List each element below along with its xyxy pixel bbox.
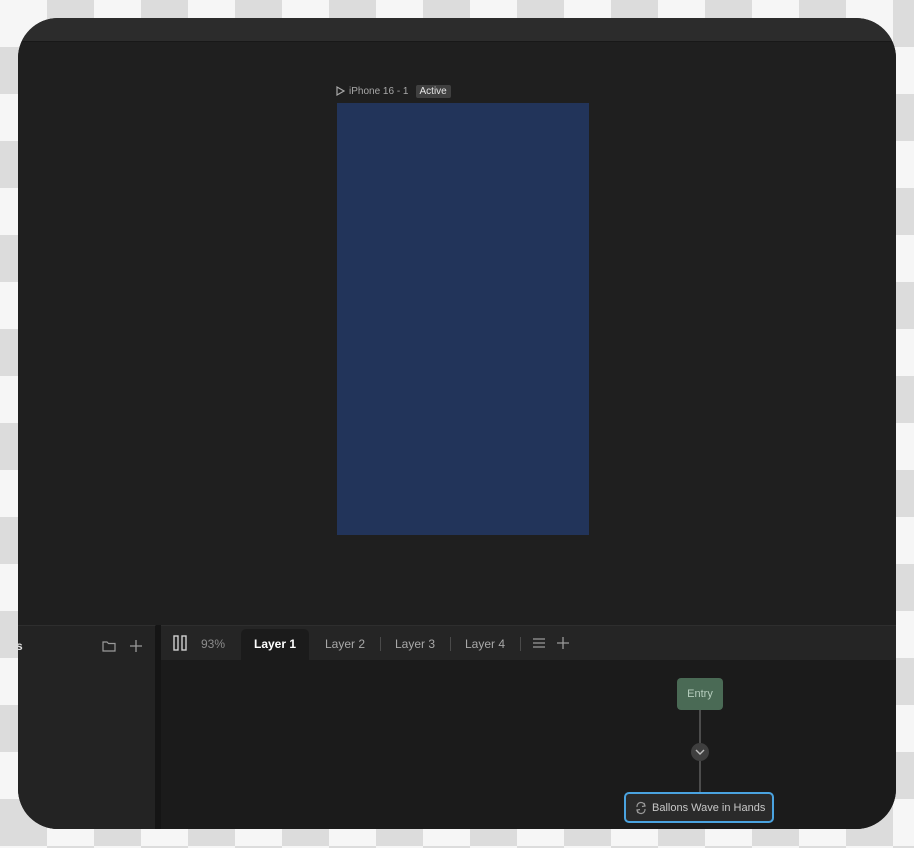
animation-state-node[interactable]: Ballons Wave in Hands <box>624 792 774 823</box>
active-badge: Active <box>415 84 451 98</box>
artboard-label[interactable]: iPhone 16 - 1 Active <box>336 83 451 99</box>
play-icon[interactable] <box>336 86 345 96</box>
tab-layer-1[interactable]: Layer 1 <box>241 629 309 660</box>
artboard-frame[interactable] <box>337 103 589 535</box>
plus-icon[interactable] <box>128 638 144 654</box>
tab-layer-2[interactable]: Layer 2 <box>311 629 379 660</box>
plus-icon[interactable] <box>556 636 570 650</box>
layer-tab-bar: 93% Layer 1 Layer 2 Layer 3 Layer 4 <box>161 625 896 660</box>
pause-icon[interactable] <box>173 635 187 651</box>
left-panel: s <box>18 625 156 829</box>
list-icon[interactable] <box>532 636 546 650</box>
state-graph[interactable]: Entry Ballons Wave in Hands <box>161 660 896 829</box>
app-window: iPhone 16 - 1 Active s 93% Layer 1 Layer… <box>18 18 896 829</box>
connection-line <box>699 761 701 792</box>
left-panel-title: s <box>18 639 23 653</box>
tab-layer-3[interactable]: Layer 3 <box>381 629 449 660</box>
tab-layer-4[interactable]: Layer 4 <box>451 629 519 660</box>
loop-icon <box>634 801 648 815</box>
top-toolbar <box>18 18 896 42</box>
state-node-label: Ballons Wave in Hands <box>652 801 766 814</box>
connection-line <box>699 710 701 743</box>
entry-node[interactable]: Entry <box>677 678 723 710</box>
tab-separator <box>520 637 521 651</box>
folder-icon[interactable] <box>101 638 117 654</box>
chevron-down-icon[interactable] <box>691 743 709 761</box>
artboard-name: iPhone 16 - 1 <box>349 85 409 97</box>
state-machine-panel: 93% Layer 1 Layer 2 Layer 3 Layer 4 Entr… <box>161 625 896 829</box>
zoom-level[interactable]: 93% <box>201 637 225 651</box>
